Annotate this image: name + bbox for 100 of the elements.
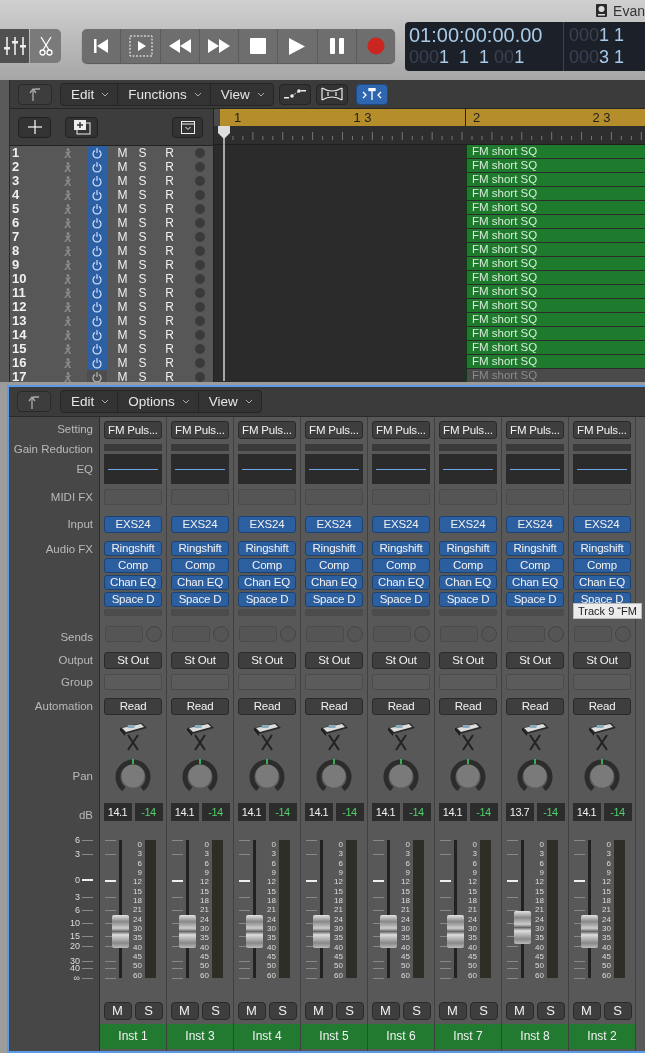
peak-readout[interactable]: -14 — [201, 803, 230, 821]
audio-fx-button[interactable]: Comp — [171, 558, 229, 573]
instrument-button[interactable]: EXS24 — [238, 516, 296, 533]
menu-button[interactable]: Edit — [61, 83, 119, 105]
output-button[interactable]: St Out — [305, 652, 363, 669]
mute-button[interactable]: M — [237, 1002, 266, 1020]
audio-fx-button[interactable]: Comp — [104, 558, 162, 573]
audio-fx-button[interactable]: Comp — [506, 558, 564, 573]
output-button[interactable]: St Out — [104, 652, 162, 669]
solo-button[interactable]: S — [134, 160, 151, 174]
fader-handle[interactable] — [112, 914, 129, 948]
audio-fx-button[interactable]: Ringshift — [171, 541, 229, 556]
solo-button[interactable]: S — [134, 328, 151, 342]
solo-button[interactable]: S — [134, 286, 151, 300]
record-enable-button[interactable]: R — [161, 314, 178, 328]
pan-knob[interactable] — [115, 758, 151, 794]
record-enable-button[interactable]: R — [161, 328, 178, 342]
automation-mode-button[interactable]: Read — [104, 698, 162, 715]
automation-mode-button[interactable]: Read — [439, 698, 497, 715]
audio-fx-button[interactable]: Chan EQ — [238, 575, 296, 590]
solo-button[interactable]: S — [134, 272, 151, 286]
solo-button[interactable]: S — [134, 244, 151, 258]
audio-fx-button[interactable]: Comp — [439, 558, 497, 573]
setting-button[interactable]: FM Puls... — [171, 421, 229, 439]
eq-thumbnail[interactable] — [104, 454, 162, 484]
record-enable-button[interactable]: R — [161, 146, 178, 160]
output-button[interactable]: St Out — [439, 652, 497, 669]
record-enable-button[interactable]: R — [161, 174, 178, 188]
mute-button[interactable]: M — [170, 1002, 199, 1020]
solo-button[interactable]: S — [134, 300, 151, 314]
setting-button[interactable]: FM Puls... — [506, 421, 564, 439]
audio-fx-button[interactable]: Ringshift — [506, 541, 564, 556]
output-button[interactable]: St Out — [238, 652, 296, 669]
audio-fx-button[interactable]: Comp — [372, 558, 430, 573]
audio-fx-button[interactable]: Ringshift — [573, 541, 631, 556]
audio-fx-button[interactable]: Chan EQ — [171, 575, 229, 590]
audio-fx-button[interactable]: Space D — [305, 592, 363, 607]
pan-knob[interactable] — [316, 758, 352, 794]
mute-button[interactable]: M — [114, 174, 131, 188]
playhead[interactable] — [217, 126, 231, 381]
setting-button[interactable]: FM Puls... — [372, 421, 430, 439]
solo-button[interactable]: S — [335, 1002, 364, 1020]
volume-readout[interactable]: 13.7 — [505, 803, 534, 821]
region[interactable]: FM short SQ — [465, 243, 645, 256]
mute-button[interactable]: M — [114, 202, 131, 216]
peak-readout[interactable]: -14 — [134, 803, 163, 821]
mute-button[interactable]: M — [572, 1002, 601, 1020]
pan-knob[interactable] — [383, 758, 419, 794]
fader-handle[interactable] — [447, 914, 464, 948]
setting-button[interactable]: FM Puls... — [104, 421, 162, 439]
audio-fx-button[interactable]: Ringshift — [439, 541, 497, 556]
volume-readout[interactable]: 14.1 — [304, 803, 333, 821]
solo-button[interactable]: S — [134, 174, 151, 188]
solo-button[interactable]: S — [134, 314, 151, 328]
solo-button[interactable]: S — [134, 216, 151, 230]
record-enable-button[interactable]: R — [161, 300, 178, 314]
pan-knob[interactable] — [249, 758, 285, 794]
instrument-button[interactable]: EXS24 — [171, 516, 229, 533]
solo-button[interactable]: S — [134, 1002, 163, 1020]
region[interactable]: FM short SQ — [465, 215, 645, 228]
region[interactable]: FM short SQ — [465, 355, 645, 368]
instrument-button[interactable]: EXS24 — [573, 516, 631, 533]
scissors-button[interactable] — [30, 29, 62, 63]
setting-button[interactable]: FM Puls... — [439, 421, 497, 439]
volume-readout[interactable]: 14.1 — [572, 803, 601, 821]
solo-button[interactable]: S — [134, 230, 151, 244]
audio-fx-button[interactable]: Comp — [573, 558, 631, 573]
mute-button[interactable]: M — [304, 1002, 333, 1020]
instrument-button[interactable]: EXS24 — [506, 516, 564, 533]
menu-button[interactable]: Functions — [118, 83, 211, 105]
instrument-button[interactable]: EXS24 — [372, 516, 430, 533]
menu-button[interactable]: View — [210, 83, 273, 105]
pan-knob[interactable] — [517, 758, 553, 794]
mute-button[interactable]: M — [103, 1002, 132, 1020]
power-button[interactable] — [87, 356, 107, 370]
mute-button[interactable]: M — [114, 230, 131, 244]
eq-thumbnail[interactable] — [305, 454, 363, 484]
audio-fx-button[interactable]: Space D — [439, 592, 497, 607]
record-enable-button[interactable]: R — [161, 216, 178, 230]
volume-readout[interactable]: 14.1 — [438, 803, 467, 821]
mute-button[interactable]: M — [114, 342, 131, 356]
solo-button[interactable]: S — [134, 342, 151, 356]
output-button[interactable]: St Out — [573, 652, 631, 669]
region[interactable]: FM short SQ — [465, 187, 645, 200]
audio-fx-button[interactable]: Space D — [238, 592, 296, 607]
solo-button[interactable]: S — [469, 1002, 498, 1020]
peak-readout[interactable]: -14 — [536, 803, 565, 821]
volume-readout[interactable]: 14.1 — [103, 803, 132, 821]
record-enable-button[interactable]: R — [161, 230, 178, 244]
mute-button[interactable]: M — [114, 272, 131, 286]
record-enable-button[interactable]: R — [161, 286, 178, 300]
catch-button[interactable] — [355, 83, 388, 105]
region[interactable]: FM short SQ — [465, 271, 645, 284]
collapse-button[interactable] — [172, 116, 203, 138]
flex-button[interactable] — [315, 83, 348, 105]
output-button[interactable]: St Out — [506, 652, 564, 669]
region[interactable]: FM short SQ — [465, 145, 645, 158]
instrument-button[interactable]: EXS24 — [104, 516, 162, 533]
eq-thumbnail[interactable] — [506, 454, 564, 484]
peak-readout[interactable]: -14 — [402, 803, 431, 821]
